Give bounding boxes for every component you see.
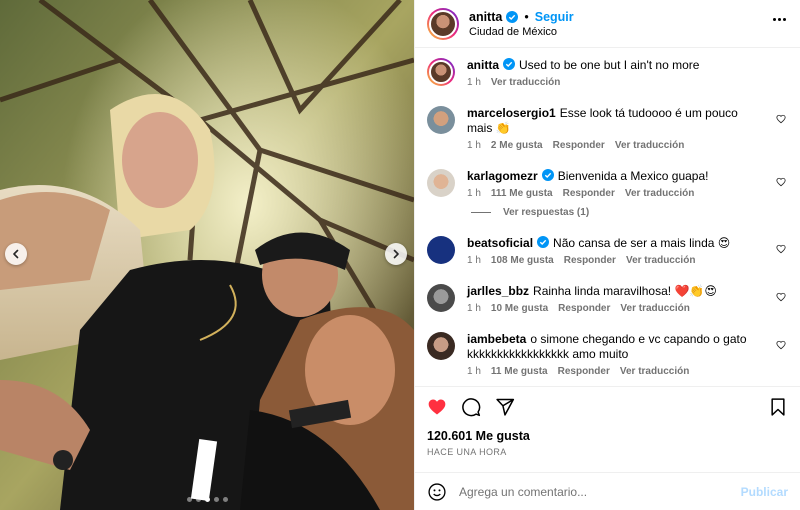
comment-item: marcelosergio1 Esse look tá tudoooo é um … xyxy=(427,106,786,151)
reply-button[interactable]: Responder xyxy=(558,366,610,377)
comment-username[interactable]: jarlles_bbz xyxy=(467,284,529,298)
bookmark-icon[interactable] xyxy=(768,397,788,417)
comment-like-icon[interactable] xyxy=(776,244,786,254)
reply-button[interactable]: Responder xyxy=(564,255,616,266)
post-actions: 120.601 Me gusta HACE UNA HORA xyxy=(415,386,800,457)
commenter-avatar[interactable] xyxy=(427,106,455,134)
comment-composer: Publicar xyxy=(415,472,800,510)
reply-button[interactable]: Responder xyxy=(558,303,610,314)
carousel-dot xyxy=(222,497,228,502)
comment-like-icon[interactable] xyxy=(776,177,786,187)
separator-dot: • xyxy=(524,9,529,24)
comment-item: karlagomezr Bienvenida a Mexico guapa! 1 h… xyxy=(427,169,786,199)
more-options-icon[interactable] xyxy=(773,18,786,21)
translate-button[interactable]: Ver traducción xyxy=(625,188,694,199)
post-header: anitta • Seguir Ciudad de México xyxy=(415,0,800,48)
chevron-left-icon xyxy=(13,249,19,259)
comment-like-icon[interactable] xyxy=(776,340,786,350)
publish-button[interactable]: Publicar xyxy=(741,485,788,499)
carousel-next-button[interactable] xyxy=(385,243,407,265)
comment-time[interactable]: 1 h xyxy=(467,140,481,151)
translate-button[interactable]: Ver traducción xyxy=(615,140,684,151)
carousel-prev-button[interactable] xyxy=(5,243,27,265)
replies-line xyxy=(471,212,491,213)
comments-list[interactable]: anitta Used to be one but I ain't no more… xyxy=(415,48,800,386)
instagram-post: anitta • Seguir Ciudad de México anitta U… xyxy=(0,0,800,510)
verified-badge-icon xyxy=(506,10,519,23)
commenter-avatar[interactable] xyxy=(427,58,455,86)
carousel-indicator xyxy=(0,497,414,502)
translate-button[interactable]: Ver traducción xyxy=(620,366,689,377)
commenter-avatar[interactable] xyxy=(427,169,455,197)
comment-text: Rainha linda maravilhosa! ❤️👏😍 xyxy=(533,284,717,298)
emoji-icon[interactable] xyxy=(427,482,447,502)
comment-username[interactable]: beatsoficial xyxy=(467,236,533,250)
comment-username[interactable]: karlagomezr xyxy=(467,169,538,183)
carousel-dot xyxy=(204,497,210,502)
reply-button[interactable]: Responder xyxy=(563,188,615,199)
carousel-dot xyxy=(195,497,201,502)
commenter-avatar[interactable] xyxy=(427,332,455,360)
carousel-dot xyxy=(186,497,192,502)
post-side-panel: anitta • Seguir Ciudad de México anitta U… xyxy=(414,0,800,510)
reply-button[interactable]: Responder xyxy=(553,140,605,151)
carousel-dot xyxy=(213,497,219,502)
author-avatar[interactable] xyxy=(427,7,459,40)
post-timestamp[interactable]: HACE UNA HORA xyxy=(427,447,788,457)
heart-filled-icon[interactable] xyxy=(427,397,447,417)
comment-time[interactable]: 1 h xyxy=(467,366,481,377)
comment-username[interactable]: anitta xyxy=(467,58,499,72)
comment-likes[interactable]: 10 Me gusta xyxy=(491,303,548,314)
comment-username[interactable]: iambebeta xyxy=(467,332,526,346)
comment-time[interactable]: 1 h xyxy=(467,255,481,266)
share-icon[interactable] xyxy=(495,397,515,417)
post-media[interactable] xyxy=(0,0,414,510)
comment-time[interactable]: 1 h xyxy=(467,77,481,88)
comment-input[interactable] xyxy=(459,484,741,499)
comment-likes[interactable]: 11 Me gusta xyxy=(491,366,548,377)
comment-item: jarlles_bbz Rainha linda maravilhosa! ❤️👏… xyxy=(427,284,786,314)
verified-badge-icon xyxy=(541,169,554,181)
comment-text: Used to be one but I ain't no more xyxy=(519,58,700,72)
comment-likes[interactable]: 2 Me gusta xyxy=(491,140,543,151)
comment-text: Bienvenida a Mexico guapa! xyxy=(557,169,709,183)
comment-likes[interactable]: 108 Me gusta xyxy=(491,255,554,266)
comment-username[interactable]: marcelosergio1 xyxy=(467,106,556,120)
post-photo xyxy=(0,0,414,510)
post-location[interactable]: Ciudad de México xyxy=(469,26,574,38)
follow-button[interactable]: Seguir xyxy=(535,10,574,24)
likes-count[interactable]: 120.601 Me gusta xyxy=(427,429,788,443)
comment-likes[interactable]: 111 Me gusta xyxy=(491,188,553,199)
comment-item: beatsoficial Não cansa de ser a mais lind… xyxy=(427,236,786,266)
translate-button[interactable]: Ver traducción xyxy=(626,255,695,266)
comment-like-icon[interactable] xyxy=(776,114,786,124)
comment-time[interactable]: 1 h xyxy=(467,188,481,199)
commenter-avatar[interactable] xyxy=(427,236,455,264)
comment-text: Não cansa de ser a mais linda 😍 xyxy=(553,236,731,250)
comment-item: iambebeta o simone chegando e vc capando … xyxy=(427,332,786,377)
commenter-avatar[interactable] xyxy=(427,284,455,312)
comment-icon[interactable] xyxy=(461,397,481,417)
verified-badge-icon xyxy=(503,58,516,70)
view-replies-label: Ver respuestas (1) xyxy=(503,207,590,218)
view-replies-button[interactable]: Ver respuestas (1) xyxy=(471,207,786,218)
translate-button[interactable]: Ver traducción xyxy=(620,303,689,314)
chevron-right-icon xyxy=(393,249,399,259)
verified-badge-icon xyxy=(537,236,550,248)
comment-time[interactable]: 1 h xyxy=(467,303,481,314)
comment-item: anitta Used to be one but I ain't no more… xyxy=(427,58,786,88)
author-username[interactable]: anitta xyxy=(469,10,502,24)
translate-button[interactable]: Ver traducción xyxy=(491,77,560,88)
comment-like-icon[interactable] xyxy=(776,292,786,302)
